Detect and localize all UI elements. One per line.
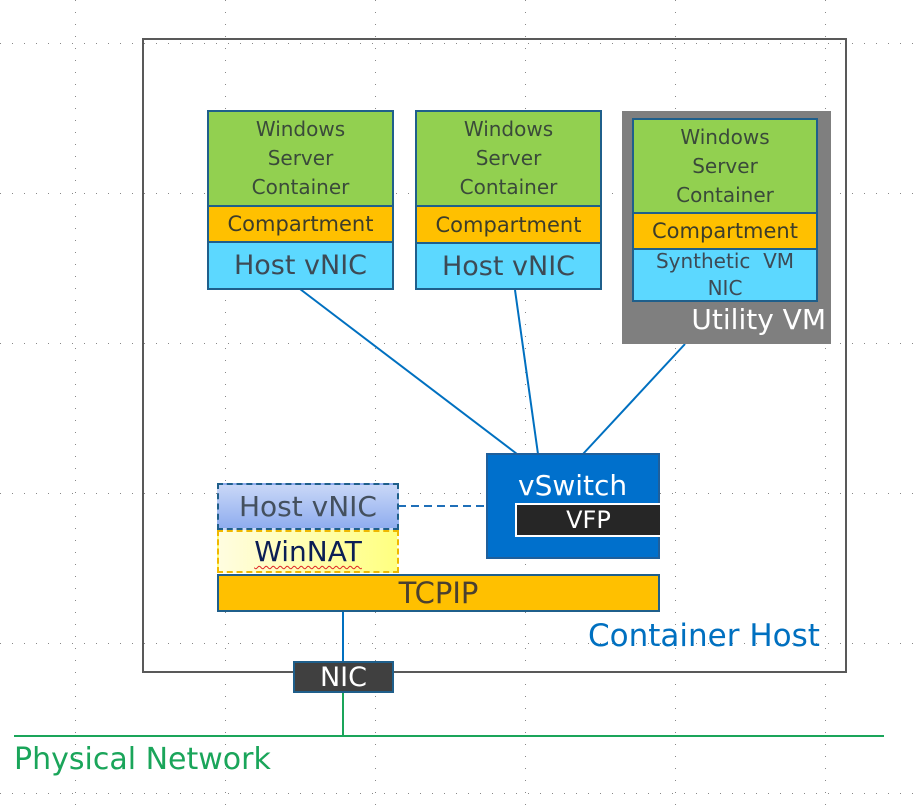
link-container2-vswitch (514, 289, 539, 455)
container-label-line: Server (267, 146, 334, 170)
container-label-line: Container (676, 182, 774, 207)
link-container1-vswitch (299, 288, 518, 455)
container-label-line: Windows (680, 124, 770, 149)
host-vnic-nat: Host vNIC (217, 483, 399, 530)
winnat-label: WinNAT (254, 535, 362, 568)
synthetic-vm-nic: Synthetic VM NIC (632, 248, 818, 302)
nic-label-line: NIC (707, 276, 743, 300)
winnat: WinNAT (217, 530, 399, 573)
windows-server-container: Windows Server Container (207, 110, 394, 207)
container-label-line: Windows (255, 117, 346, 141)
physical-nic: NIC (293, 661, 394, 693)
container-label-line: Windows (463, 117, 554, 141)
link-utilityvm-vswitch (582, 343, 686, 455)
tcpip: TCPIP (217, 574, 660, 612)
physical-network-label: Physical Network (14, 742, 271, 777)
compartment: Compartment (207, 205, 394, 243)
container-label-line: Server (692, 153, 758, 178)
container-label-line: Server (475, 146, 542, 170)
vswitch-label: vSwitch (518, 469, 628, 502)
compartment: Compartment (415, 205, 602, 244)
vswitch: vSwitch VFP (486, 453, 662, 559)
vfp: VFP (515, 503, 662, 537)
host-vnic: Host vNIC (207, 241, 394, 290)
windows-server-container: Windows Server Container (632, 118, 818, 214)
nic-label-line: Synthetic VM (655, 249, 795, 273)
windows-server-container: Windows Server Container (415, 110, 602, 207)
container-host-label: Container Host (588, 618, 820, 654)
utility-vm-label: Utility VM (691, 303, 826, 336)
compartment: Compartment (632, 212, 818, 250)
container-label-line: Container (251, 175, 350, 199)
container-label-line: Container (459, 175, 558, 199)
host-vnic: Host vNIC (415, 242, 602, 290)
